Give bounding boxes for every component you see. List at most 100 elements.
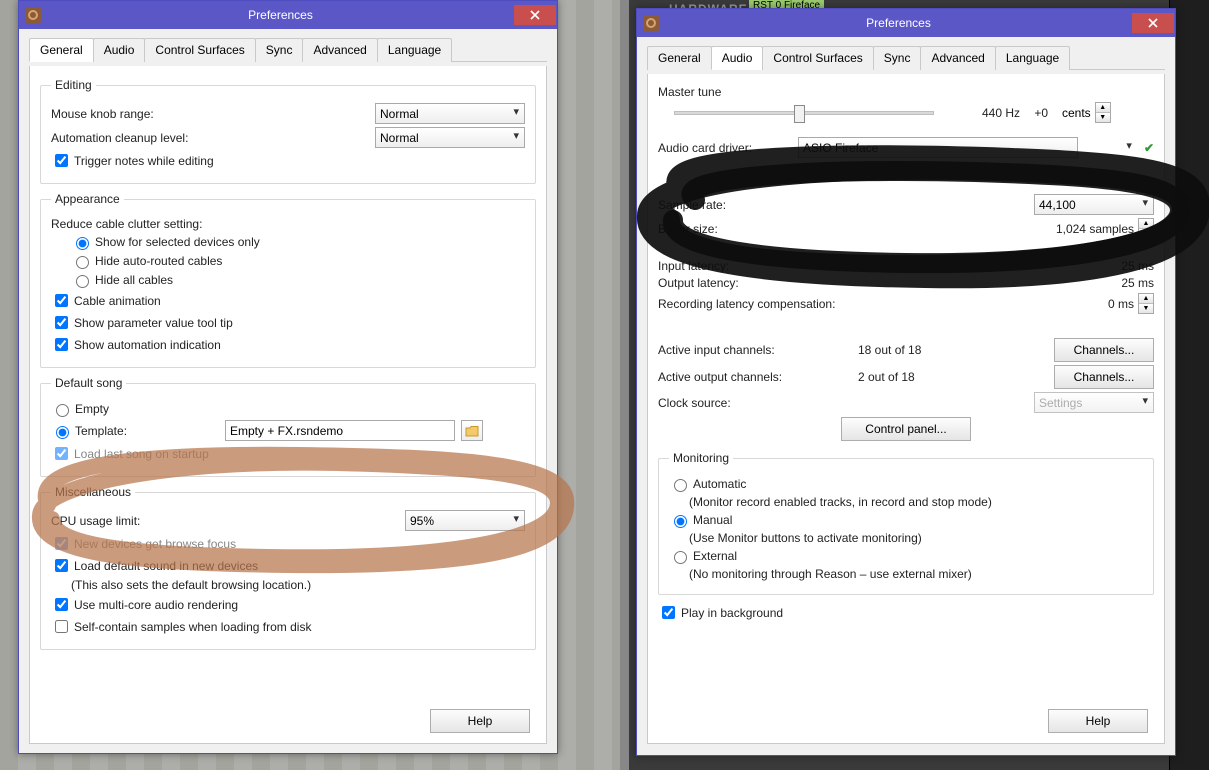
tab-language[interactable]: Language [995,46,1070,70]
cable-animation-checkbox[interactable] [55,294,68,307]
window-title: Preferences [665,16,1132,30]
mon-manual-note: (Use Monitor buttons to activate monitor… [689,531,922,545]
active-in-value: 18 out of 18 [858,343,958,357]
param-tooltip-checkbox[interactable] [55,316,68,329]
spin-down[interactable]: ▼ [1096,113,1110,122]
in-latency-label: Input latency: [658,259,898,273]
new-devices-focus-checkbox[interactable] [55,537,68,550]
param-tooltip-label: Show parameter value tool tip [74,316,233,330]
active-out-value: 2 out of 18 [858,370,958,384]
driver-select[interactable]: ASIO Fireface [798,137,1078,158]
help-button[interactable]: Help [1048,709,1148,733]
master-tune-slider[interactable] [674,111,934,115]
appearance-legend: Appearance [51,192,124,206]
mouse-knob-label: Mouse knob range: [51,107,154,121]
control-panel-button[interactable]: Control panel... [841,417,971,441]
group-monitoring: Monitoring Automatic (Monitor record ena… [658,451,1154,595]
selfcontain-checkbox[interactable] [55,620,68,633]
tabstrip: General Audio Control Surfaces Sync Adva… [29,37,547,62]
group-appearance: Appearance Reduce cable clutter setting:… [40,192,536,368]
out-latency-label: Output latency: [658,276,898,290]
cpu-limit-label: CPU usage limit: [51,514,140,528]
play-bg-checkbox[interactable] [662,606,675,619]
mon-ext-note: (No monitoring through Reason – use exte… [689,567,972,581]
help-button[interactable]: Help [430,709,530,733]
tab-control-surfaces[interactable]: Control Surfaces [144,38,255,62]
rc-selected-only-radio[interactable] [76,237,89,250]
folder-icon [465,425,479,437]
driver-ok-icon: ✔ [1144,141,1154,155]
mon-auto-radio[interactable] [674,479,687,492]
automation-cleanup-select[interactable]: Normal [375,127,525,148]
rc-hide-auto-radio[interactable] [76,256,89,269]
tab-control-surfaces[interactable]: Control Surfaces [762,46,873,70]
close-button[interactable] [514,5,556,25]
cpu-limit-select[interactable]: 95% [405,510,525,531]
monitoring-legend: Monitoring [669,451,733,465]
group-misc: Miscellaneous CPU usage limit: 95% New d… [40,485,536,650]
spin-down[interactable]: ▼ [1139,229,1153,238]
multicore-checkbox[interactable] [55,598,68,611]
preferences-dialog-general: Preferences General Audio Control Surfac… [18,0,558,754]
group-default-song: Default song Empty Template: Load last s… [40,376,536,477]
buffer-spinner[interactable]: ▲▼ [1138,218,1154,239]
ds-template-field[interactable] [225,420,455,441]
ds-load-last-label: Load last song on startup [74,447,209,461]
app-icon [643,15,659,31]
ds-empty-label: Empty [75,402,109,416]
out-channels-button[interactable]: Channels... [1054,365,1154,389]
rc-hide-all-radio[interactable] [76,275,89,288]
preferences-dialog-audio: Preferences General Audio Control Surfac… [636,8,1176,756]
auto-indication-checkbox[interactable] [55,338,68,351]
rec-comp-spinner[interactable]: ▲▼ [1138,293,1154,314]
spin-up[interactable]: ▲ [1139,219,1153,229]
tab-advanced[interactable]: Advanced [920,46,995,70]
trigger-notes-label: Trigger notes while editing [74,154,214,168]
spin-up[interactable]: ▲ [1096,103,1110,113]
new-devices-focus-label: New devices get browse focus [74,537,236,551]
load-default-sound-note: (This also sets the default browsing loc… [71,578,311,592]
ds-template-radio[interactable] [56,426,69,439]
in-latency-value: 25 ms [1064,259,1154,273]
titlebar[interactable]: Preferences [19,1,557,29]
mon-auto-label: Automatic [693,477,746,491]
tab-sync[interactable]: Sync [873,46,922,70]
tab-sync[interactable]: Sync [255,38,304,62]
mouse-knob-select[interactable]: Normal [375,103,525,124]
mon-manual-radio[interactable] [674,515,687,528]
buffer-size-label: Buffer size: [658,222,898,236]
slider-thumb[interactable] [794,105,805,123]
tune-hz: 440 Hz [972,106,1020,120]
master-tune-label: Master tune [658,85,721,99]
rec-comp-value: 0 ms [1044,297,1134,311]
close-icon [1148,18,1158,28]
spin-down[interactable]: ▼ [1139,304,1153,313]
rc-selected-only-label: Show for selected devices only [95,235,260,249]
trigger-notes-checkbox[interactable] [55,154,68,167]
default-song-legend: Default song [51,376,126,390]
tabstrip: General Audio Control Surfaces Sync Adva… [647,45,1165,70]
titlebar[interactable]: Preferences [637,9,1175,37]
load-default-sound-checkbox[interactable] [55,559,68,572]
in-channels-button[interactable]: Channels... [1054,338,1154,362]
tab-audio[interactable]: Audio [711,46,764,70]
tab-language[interactable]: Language [377,38,452,62]
editing-legend: Editing [51,78,96,92]
driver-label: Audio card driver: [658,141,798,155]
mon-ext-radio[interactable] [674,551,687,564]
browse-template-button[interactable] [461,420,483,441]
close-button[interactable] [1132,13,1174,33]
tab-general[interactable]: General [647,46,712,70]
automation-cleanup-label: Automation cleanup level: [51,131,188,145]
ds-empty-radio[interactable] [56,404,69,417]
spin-up[interactable]: ▲ [1139,294,1153,304]
tune-spinner[interactable]: ▲▼ [1095,102,1111,123]
tab-advanced[interactable]: Advanced [302,38,377,62]
sample-rate-select[interactable]: 44,100 [1034,194,1154,215]
ds-load-last-checkbox[interactable] [55,447,68,460]
rc-hide-all-label: Hide all cables [95,273,173,287]
active-in-label: Active input channels: [658,343,858,357]
tab-audio[interactable]: Audio [93,38,146,62]
tune-offset: +0 [1020,106,1048,120]
tab-general[interactable]: General [29,38,94,62]
